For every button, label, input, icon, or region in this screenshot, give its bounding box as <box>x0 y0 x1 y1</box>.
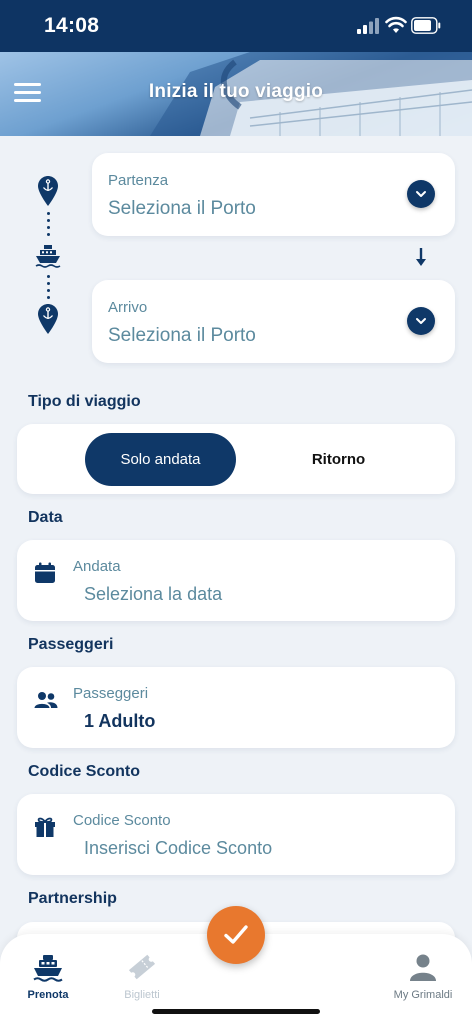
page-title: Inizia il tuo viaggio <box>148 81 324 102</box>
departure-dropdown-button[interactable] <box>407 180 435 208</box>
trip-option-return[interactable]: Ritorno <box>263 433 414 486</box>
arrival-label: Arrivo <box>108 299 148 316</box>
date-title: Data <box>28 509 63 526</box>
arrow-down-icon[interactable] <box>414 247 428 267</box>
route-dots-bottom <box>47 275 50 303</box>
passengers-field[interactable]: Passeggeri 1 Adulto <box>17 667 455 748</box>
discount-code-field[interactable]: Codice Sconto Inserisci Codice Sconto <box>17 794 455 875</box>
nav-my-grimaldi-label: My Grimaldi <box>393 989 453 1001</box>
nav-biglietti[interactable]: Biglietti <box>97 952 187 1001</box>
date-label: Andata <box>73 558 121 575</box>
passengers-title: Passeggeri <box>28 636 114 653</box>
discount-title: Codice Sconto <box>28 763 141 780</box>
date-field[interactable]: Andata Seleziona la data <box>17 540 455 621</box>
ship-route-icon <box>35 245 61 268</box>
nav-biglietti-label: Biglietti <box>124 989 160 1001</box>
battery-icon <box>411 17 441 34</box>
cellular-signal-icon <box>357 18 379 34</box>
nav-prenota[interactable]: Prenota <box>3 952 93 1001</box>
confirm-button[interactable] <box>207 906 265 964</box>
arrival-port-pin-icon <box>38 304 58 334</box>
arrival-value: Seleziona il Porto <box>108 325 256 346</box>
ship-icon <box>33 955 63 982</box>
app-header: Inizia il tuo viaggio <box>0 52 472 136</box>
gift-icon <box>35 817 55 837</box>
home-indicator <box>152 1009 320 1014</box>
discount-label: Codice Sconto <box>73 812 171 829</box>
trip-option-one-way[interactable]: Solo andata <box>85 433 236 486</box>
date-value: Seleziona la data <box>84 584 223 604</box>
trip-type-toggle: Solo andata Ritorno <box>17 424 455 494</box>
discount-value: Inserisci Codice Sconto <box>84 838 273 858</box>
people-icon <box>34 692 58 708</box>
nav-prenota-label: Prenota <box>27 989 69 1001</box>
departure-port-pin-icon <box>38 176 58 206</box>
trip-type-title: Tipo di viaggio <box>28 393 141 410</box>
chevron-down-icon <box>416 191 426 197</box>
passengers-value: 1 Adulto <box>84 711 156 731</box>
route-dots-top <box>47 212 50 240</box>
partnership-title: Partnership <box>28 890 117 907</box>
ticket-icon <box>128 954 156 980</box>
departure-value: Seleziona il Porto <box>108 198 256 219</box>
arrival-dropdown-button[interactable] <box>407 307 435 335</box>
arrival-port-select[interactable]: Arrivo Seleziona il Porto <box>92 280 455 363</box>
checkmark-icon <box>224 925 248 944</box>
status-time: 14:08 <box>44 14 100 37</box>
passengers-label: Passeggeri <box>73 685 149 702</box>
wifi-icon <box>385 16 407 33</box>
calendar-icon <box>35 562 55 583</box>
chevron-down-icon <box>416 318 426 324</box>
departure-port-select[interactable]: Partenza Seleziona il Porto <box>92 153 455 236</box>
nav-my-grimaldi[interactable]: My Grimaldi <box>378 952 468 1001</box>
user-icon <box>410 954 436 981</box>
departure-label: Partenza <box>108 172 169 189</box>
status-bar: 14:08 <box>0 0 472 52</box>
